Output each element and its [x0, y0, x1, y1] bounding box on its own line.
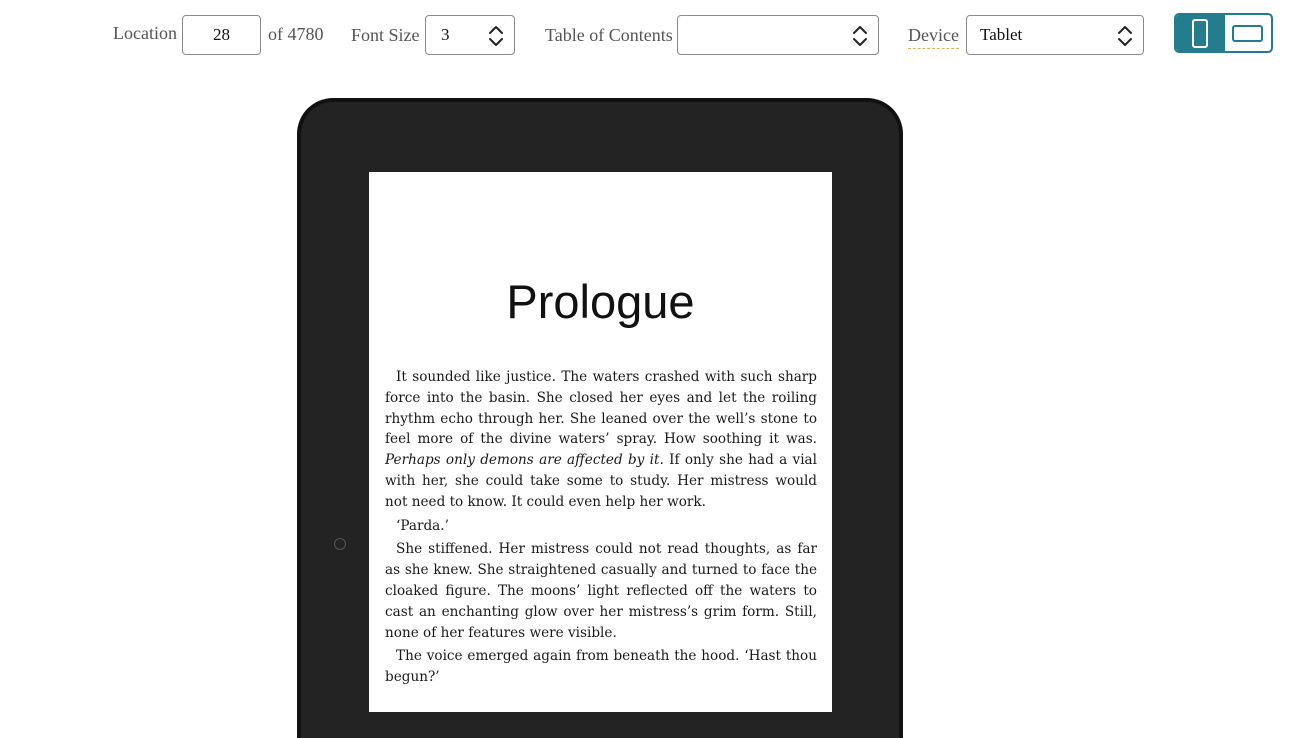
font-size-select[interactable]: 3	[425, 15, 515, 55]
device-value: Tablet	[980, 25, 1023, 44]
reader-toolbar: Location 28 of 4780 Font Size 3 Table of…	[0, 0, 1295, 70]
chapter-text: It sounded like justice. The waters cras…	[385, 367, 817, 691]
portrait-icon	[1192, 19, 1208, 48]
paragraph: She stiffened. Her mistress could not re…	[385, 541, 817, 641]
font-size-label: Font Size	[351, 25, 420, 45]
updown-chevron-icon	[489, 26, 503, 46]
landscape-button[interactable]	[1225, 15, 1271, 51]
paragraph: ‘Parda.’	[396, 517, 449, 534]
location-total: of 4780	[268, 24, 324, 44]
font-size-value: 3	[441, 25, 450, 44]
paragraph-italic-text: Perhaps only demons are affected by it.	[385, 452, 664, 469]
camera-icon	[334, 538, 346, 550]
device-label: Device	[908, 25, 959, 49]
paragraph: It sounded like justice. The waters cras…	[385, 367, 817, 513]
portrait-button[interactable]	[1176, 15, 1225, 51]
orientation-toggle	[1174, 13, 1273, 53]
paragraph-text: It sounded like justice. The waters cras…	[385, 369, 817, 448]
landscape-icon	[1232, 25, 1263, 42]
toc-select[interactable]	[677, 15, 879, 55]
toc-label: Table of Contents	[545, 25, 673, 45]
reader-screen[interactable]: Prologue It sounded like justice. The wa…	[369, 172, 832, 712]
updown-chevron-icon	[853, 26, 867, 46]
location-label: Location	[113, 23, 177, 43]
updown-chevron-icon	[1118, 26, 1132, 46]
chapter-title: Prologue	[506, 275, 695, 328]
device-select[interactable]: Tablet	[966, 15, 1144, 55]
paragraph: The voice emerged again from beneath the…	[385, 648, 817, 686]
location-input[interactable]: 28	[182, 15, 261, 55]
location-value: 28	[213, 25, 230, 44]
